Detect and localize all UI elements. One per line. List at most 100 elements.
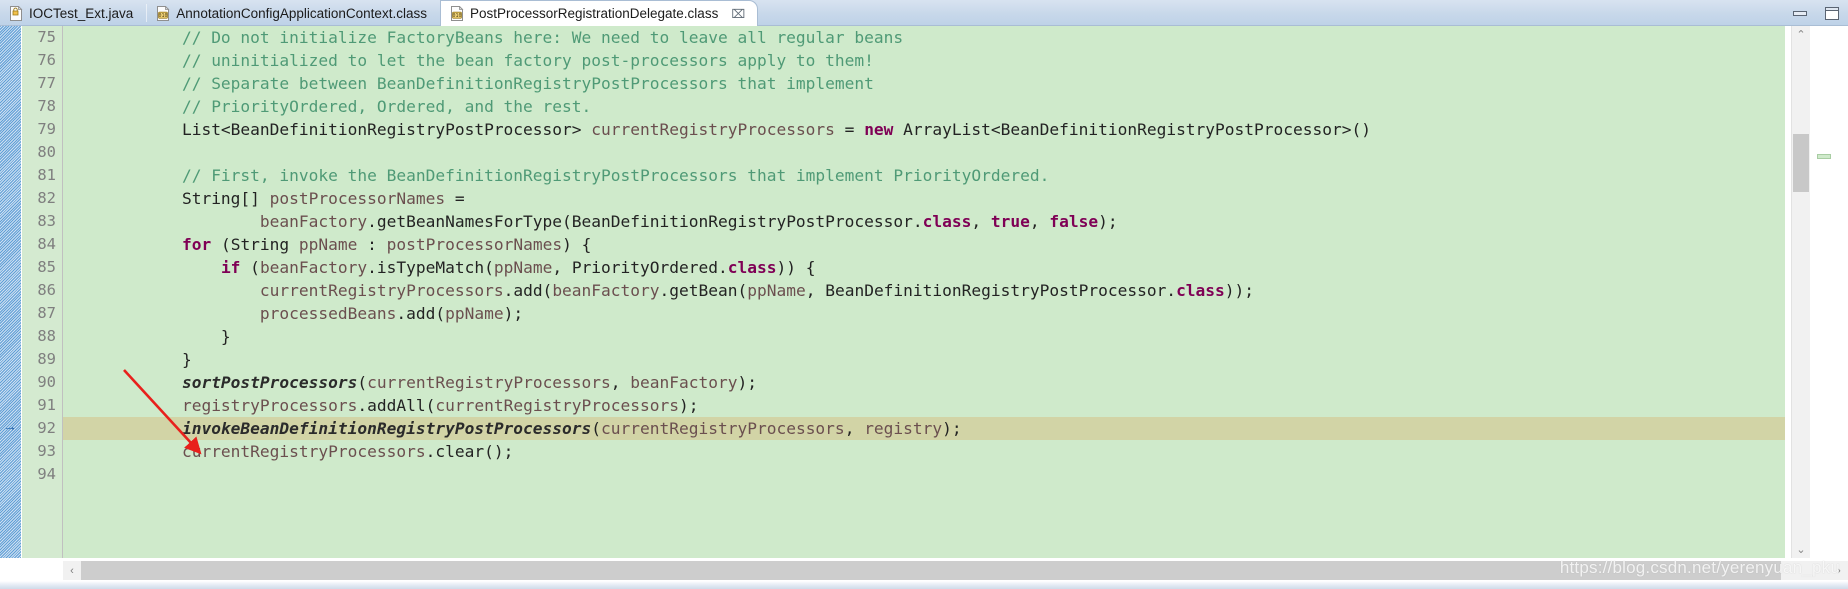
window-controls	[1792, 0, 1840, 26]
line-number: 80	[37, 143, 56, 161]
code-token-plain: , BeanDefinitionRegistryPostProcessor.	[805, 281, 1177, 300]
code-token-plain: :	[357, 235, 387, 254]
code-token-kw: class	[727, 258, 777, 277]
code-token-italic: sortPostProcessors	[181, 373, 358, 392]
code-line[interactable]: // PriorityOrdered, Ordered, and the res…	[63, 95, 1785, 118]
code-token-plain: }	[65, 327, 231, 346]
scroll-up-icon[interactable]: ⌃	[1792, 26, 1810, 43]
maximize-icon[interactable]	[1824, 6, 1840, 20]
code-line[interactable]: }	[63, 325, 1785, 348]
code-line[interactable]	[63, 141, 1785, 164]
code-token-plain: ,	[844, 419, 865, 438]
editor-tab-3[interactable]: 010 PostProcessorRegistrationDelegate.cla…	[439, 0, 759, 26]
code-line[interactable]: // First, invoke the BeanDefinitionRegis…	[63, 164, 1785, 187]
code-token-plain: )) {	[776, 258, 816, 277]
code-token-var: currentRegistryProcessors	[601, 419, 845, 438]
scroll-left-icon[interactable]: ‹	[63, 561, 81, 580]
horizontal-scrollbar[interactable]: ‹ ›	[63, 561, 1848, 580]
vertical-scrollbar[interactable]: ⌃ ⌄	[1791, 26, 1810, 558]
horizontal-scroll-thumb[interactable]	[81, 561, 1781, 580]
code-token-plain: , PriorityOrdered.	[552, 258, 728, 277]
code-token-plain: .clear();	[425, 442, 514, 461]
status-bar	[0, 580, 1848, 589]
code-line[interactable]: String[] postProcessorNames =	[63, 187, 1785, 210]
code-token-kw: class	[922, 212, 972, 231]
code-line[interactable]: currentRegistryProcessors.add(beanFactor…	[63, 279, 1785, 302]
code-token-plain: =	[834, 120, 865, 139]
code-line[interactable]: currentRegistryProcessors.clear();	[63, 440, 1785, 463]
code-token-plain: .getBeanNamesForType(BeanDefinitionRegis…	[367, 212, 923, 231]
java-file-icon	[9, 5, 23, 21]
code-line[interactable]: if (beanFactory.isTypeMatch(ppName, Prio…	[63, 256, 1785, 279]
code-token-italic: invokeBeanDefinitionRegistryPostProcesso…	[181, 419, 592, 438]
line-number: 84	[37, 235, 56, 253]
code-token-plain: .getBean(	[659, 281, 748, 300]
code-text-area[interactable]: // Do not initialize FactoryBeans here: …	[63, 26, 1785, 558]
code-token-plain: =	[445, 189, 465, 208]
code-token-plain: );	[942, 419, 962, 438]
overview-marker[interactable]	[1817, 154, 1831, 159]
line-number: 82	[37, 189, 56, 207]
code-token-kw: for	[181, 235, 212, 254]
code-token-plain: .add(	[396, 304, 446, 323]
code-token-plain: );	[679, 396, 699, 415]
code-line[interactable]: // uninitialized to let the bean factory…	[63, 49, 1785, 72]
editor-tab-bar: IOCTest_Ext.java 010 AnnotationConfigAppli…	[0, 0, 1848, 26]
code-token-var: ppName	[298, 235, 358, 254]
code-line[interactable]: List<BeanDefinitionRegistryPostProcessor…	[63, 118, 1785, 141]
line-number: 75	[37, 28, 56, 46]
vertical-scroll-thumb[interactable]	[1793, 134, 1809, 192]
editor-tab-label: IOCTest_Ext.java	[29, 5, 134, 21]
code-line[interactable]	[63, 463, 1785, 486]
scroll-right-icon[interactable]: ›	[1830, 561, 1848, 580]
line-number: 92	[37, 419, 56, 437]
code-line[interactable]: }	[63, 348, 1785, 371]
code-token-var: currentRegistryProcessors	[367, 373, 611, 392]
code-token-var: currentRegistryProcessors	[181, 442, 426, 461]
code-token-var: currentRegistryProcessors	[435, 396, 680, 415]
code-token-com: // PriorityOrdered, Ordered, and the res…	[181, 97, 592, 116]
code-line[interactable]: sortPostProcessors(currentRegistryProces…	[63, 371, 1785, 394]
code-token-plain: ) {	[562, 235, 592, 254]
code-line[interactable]: // Separate between BeanDefinitionRegist…	[63, 72, 1785, 95]
overview-ruler[interactable]	[1810, 26, 1848, 558]
line-number-gutter: 75 76 77 78 79 80 81 82 83 84 85 86 87 88 89 90 91 92 93 94	[22, 26, 63, 558]
code-token-plain: );	[737, 373, 758, 392]
code-line[interactable]: processedBeans.add(ppName);	[63, 302, 1785, 325]
line-number: 94	[37, 465, 56, 483]
line-number: 79	[37, 120, 56, 138]
editor-tab-1[interactable]: IOCTest_Ext.java	[0, 0, 146, 26]
tab-close-icon[interactable]: ⌧	[731, 8, 745, 20]
horizontal-scrollbar-row: ‹ ›	[0, 561, 1848, 580]
code-line[interactable]: registryProcessors.addAll(currentRegistr…	[63, 394, 1785, 417]
code-token-plain: (	[240, 258, 260, 277]
code-line[interactable]: // Do not initialize FactoryBeans here: …	[63, 26, 1785, 49]
code-token-var: ppName	[493, 258, 553, 277]
annotation-ruler[interactable]: →	[0, 26, 22, 558]
scrollbar-left-pad	[0, 561, 63, 580]
code-token-plain: ArrayList<BeanDefinitionRegistryPostProc…	[893, 120, 1371, 139]
editor-tab-2[interactable]: 010 AnnotationConfigApplicationContext.cl…	[147, 0, 440, 26]
code-token-var: ppName	[445, 304, 504, 323]
class-file-icon: 010	[450, 5, 464, 21]
code-line-current[interactable]: invokeBeanDefinitionRegistryPostProcesso…	[63, 417, 1785, 440]
code-token-var: beanFactory	[259, 212, 368, 231]
eclipse-editor-window: IOCTest_Ext.java 010 AnnotationConfigAppli…	[0, 0, 1848, 589]
code-line[interactable]: beanFactory.getBeanNamesForType(BeanDefi…	[63, 210, 1785, 233]
minimize-icon[interactable]	[1792, 6, 1808, 20]
code-token-var: beanFactory	[630, 373, 738, 392]
editor-tab-label: PostProcessorRegistrationDelegate.class	[469, 6, 719, 21]
scroll-down-icon[interactable]: ⌄	[1792, 541, 1810, 558]
line-number: 76	[37, 51, 56, 69]
svg-text:010: 010	[452, 13, 461, 19]
code-line[interactable]: for (String ppName : postProcessorNames)…	[63, 233, 1785, 256]
line-number: 81	[37, 166, 56, 184]
line-number: 78	[37, 97, 56, 115]
